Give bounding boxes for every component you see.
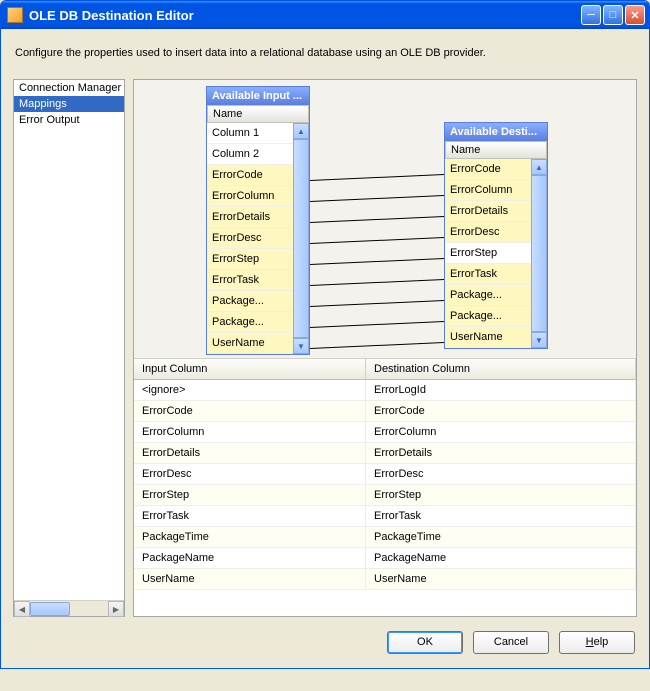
list-item[interactable]: Column 1: [207, 123, 293, 144]
scroll-thumb[interactable]: [30, 602, 70, 616]
input-column-cell[interactable]: ErrorDetails: [134, 443, 366, 463]
available-destination-columns-list[interactable]: Available Desti... Name ErrorCodeErrorCo…: [444, 122, 548, 349]
sidebar-item[interactable]: Mappings: [14, 96, 124, 112]
list-item[interactable]: ErrorStep: [207, 249, 293, 270]
table-row[interactable]: ErrorDetailsErrorDetails: [134, 443, 636, 464]
scroll-up-icon[interactable]: ▲: [531, 159, 547, 175]
window: OLE DB Destination Editor ─ □ ✕ Configur…: [0, 0, 650, 669]
mapping-canvas[interactable]: Available Input ... Name Column 1Column …: [134, 80, 636, 358]
table-row[interactable]: ErrorCodeErrorCode: [134, 401, 636, 422]
scroll-down-icon[interactable]: ▼: [531, 332, 547, 348]
destination-column-cell[interactable]: ErrorDetails: [366, 443, 636, 463]
list-item[interactable]: Package...: [207, 312, 293, 333]
list-item[interactable]: ErrorDesc: [207, 228, 293, 249]
list-item[interactable]: ErrorTask: [445, 264, 531, 285]
input-column-cell[interactable]: <ignore>: [134, 380, 366, 400]
scroll-left-icon[interactable]: ◀: [14, 601, 30, 617]
window-title: OLE DB Destination Editor: [29, 8, 581, 23]
table-row[interactable]: ErrorDescErrorDesc: [134, 464, 636, 485]
close-button[interactable]: ✕: [625, 5, 645, 25]
table-row[interactable]: ErrorColumnErrorColumn: [134, 422, 636, 443]
minimize-button[interactable]: ─: [581, 5, 601, 25]
dest-list-title: Available Desti...: [445, 123, 547, 141]
table-row[interactable]: PackageTimePackageTime: [134, 527, 636, 548]
table-row[interactable]: UserNameUserName: [134, 569, 636, 590]
ok-button[interactable]: OK: [387, 631, 463, 654]
mapping-grid[interactable]: Input Column Destination Column <ignore>…: [134, 358, 636, 616]
app-icon: [7, 7, 23, 23]
cancel-button[interactable]: Cancel: [473, 631, 549, 654]
destination-column-cell[interactable]: ErrorCode: [366, 401, 636, 421]
dest-scrollbar[interactable]: ▲ ▼: [531, 159, 547, 348]
table-row[interactable]: PackageNamePackageName: [134, 548, 636, 569]
titlebar[interactable]: OLE DB Destination Editor ─ □ ✕: [1, 1, 649, 29]
table-row[interactable]: ErrorStepErrorStep: [134, 485, 636, 506]
destination-column-cell[interactable]: ErrorColumn: [366, 422, 636, 442]
input-column-cell[interactable]: ErrorColumn: [134, 422, 366, 442]
list-item[interactable]: ErrorCode: [445, 159, 531, 180]
side-horizontal-scrollbar[interactable]: ◀ ▶: [14, 600, 124, 616]
input-column-cell[interactable]: UserName: [134, 569, 366, 589]
destination-column-cell[interactable]: ErrorDesc: [366, 464, 636, 484]
input-column-cell[interactable]: ErrorStep: [134, 485, 366, 505]
list-item[interactable]: UserName: [207, 333, 293, 354]
scroll-up-icon[interactable]: ▲: [293, 123, 309, 139]
scroll-right-icon[interactable]: ▶: [108, 601, 124, 617]
destination-column-cell[interactable]: ErrorTask: [366, 506, 636, 526]
list-item[interactable]: Package...: [445, 306, 531, 327]
scroll-thumb[interactable]: [531, 175, 547, 332]
available-input-columns-list[interactable]: Available Input ... Name Column 1Column …: [206, 86, 310, 355]
list-item[interactable]: Package...: [207, 291, 293, 312]
scroll-down-icon[interactable]: ▼: [293, 338, 309, 354]
destination-column-cell[interactable]: PackageName: [366, 548, 636, 568]
list-item[interactable]: ErrorDetails: [445, 201, 531, 222]
dest-list-header[interactable]: Name: [445, 141, 547, 159]
list-item[interactable]: ErrorDesc: [445, 222, 531, 243]
destination-column-cell[interactable]: ErrorLogId: [366, 380, 636, 400]
input-column-cell[interactable]: ErrorTask: [134, 506, 366, 526]
help-button[interactable]: Help: [559, 631, 635, 654]
list-item[interactable]: ErrorColumn: [445, 180, 531, 201]
dialog-description: Configure the properties used to insert …: [15, 47, 635, 59]
list-item[interactable]: ErrorCode: [207, 165, 293, 186]
list-item[interactable]: ErrorStep: [445, 243, 531, 264]
destination-column-cell[interactable]: ErrorStep: [366, 485, 636, 505]
sidebar-item[interactable]: Connection Manager: [14, 80, 124, 96]
input-list-header[interactable]: Name: [207, 105, 309, 123]
grid-header-dest[interactable]: Destination Column: [366, 359, 636, 379]
list-item[interactable]: ErrorTask: [207, 270, 293, 291]
page-navigator[interactable]: Connection ManagerMappingsError Output ◀…: [13, 79, 125, 617]
input-list-title: Available Input ...: [207, 87, 309, 105]
table-row[interactable]: <ignore>ErrorLogId: [134, 380, 636, 401]
list-item[interactable]: UserName: [445, 327, 531, 348]
destination-column-cell[interactable]: PackageTime: [366, 527, 636, 547]
input-column-cell[interactable]: PackageTime: [134, 527, 366, 547]
sidebar-item[interactable]: Error Output: [14, 112, 124, 128]
input-scrollbar[interactable]: ▲ ▼: [293, 123, 309, 354]
grid-header-input[interactable]: Input Column: [134, 359, 366, 379]
input-column-cell[interactable]: ErrorCode: [134, 401, 366, 421]
list-item[interactable]: ErrorDetails: [207, 207, 293, 228]
table-row[interactable]: ErrorTaskErrorTask: [134, 506, 636, 527]
input-column-cell[interactable]: PackageName: [134, 548, 366, 568]
list-item[interactable]: Column 2: [207, 144, 293, 165]
maximize-button[interactable]: □: [603, 5, 623, 25]
input-column-cell[interactable]: ErrorDesc: [134, 464, 366, 484]
help-button-underline: H: [586, 636, 594, 648]
destination-column-cell[interactable]: UserName: [366, 569, 636, 589]
list-item[interactable]: ErrorColumn: [207, 186, 293, 207]
main-panel: Available Input ... Name Column 1Column …: [133, 79, 637, 617]
scroll-thumb[interactable]: [293, 139, 309, 338]
list-item[interactable]: Package...: [445, 285, 531, 306]
